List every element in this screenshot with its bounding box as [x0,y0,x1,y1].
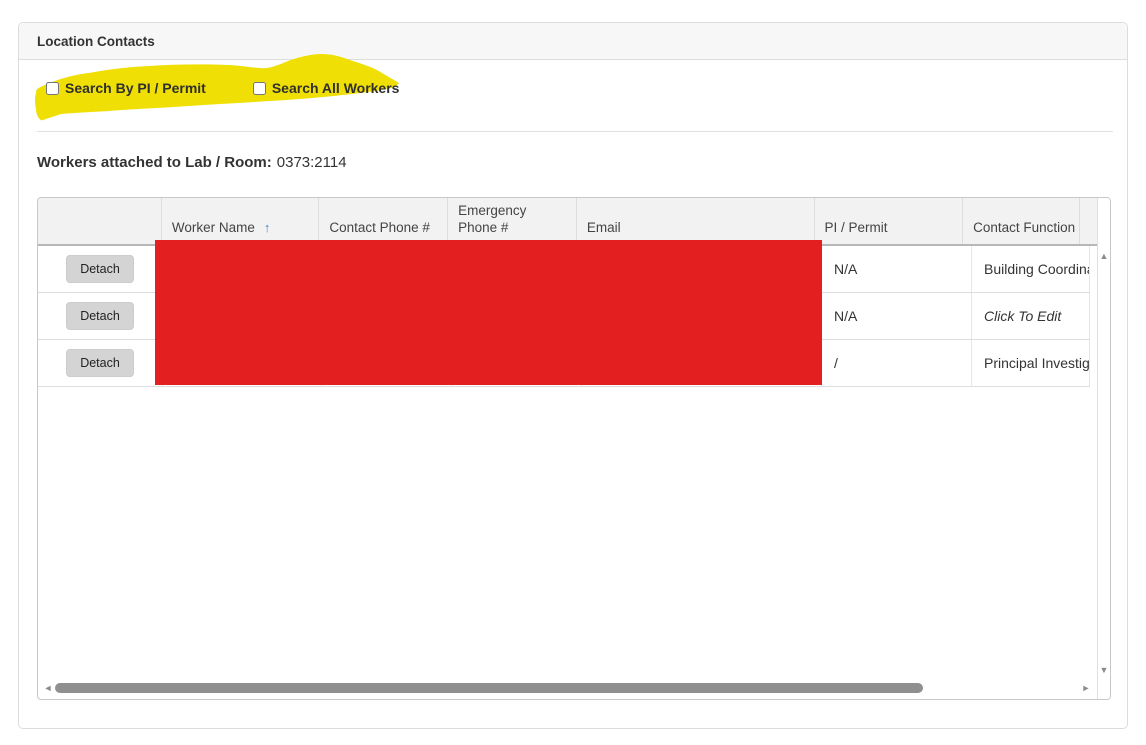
search-filter-row: Search By PI / Permit Search All Workers [46,78,399,98]
search-by-pi-permit-option[interactable]: Search By PI / Permit [46,80,206,96]
pi-permit-cell: N/A [822,246,972,293]
pi-permit-cell: / [822,340,972,387]
column-header-contact-phone[interactable]: Contact Phone # [319,198,449,244]
search-by-pi-permit-label: Search By PI / Permit [65,80,206,96]
lab-room-value: 0373:2114 [276,154,347,171]
column-header-emergency-phone[interactable]: Emergency Phone # [448,198,577,244]
detach-button[interactable]: Detach [66,302,134,330]
location-contacts-panel: Location Contacts Search By PI / Permit … [18,22,1128,729]
column-header-pi-permit[interactable]: PI / Permit [815,198,964,244]
section-heading-label: Workers attached to Lab / Room: [37,154,272,171]
scroll-down-icon[interactable]: ▼ [1098,664,1110,676]
contact-function-cell[interactable]: Principal Investigator [972,340,1090,387]
detach-button[interactable]: Detach [66,255,134,283]
section-heading: Workers attached to Lab / Room: 0373:2114 [37,154,347,171]
panel-title: Location Contacts [37,33,155,49]
detach-cell: Detach [38,340,163,387]
search-all-workers-option[interactable]: Search All Workers [252,80,400,96]
scroll-left-icon[interactable]: ◄ [42,682,54,694]
horizontal-scrollbar-thumb[interactable] [55,683,923,693]
scroll-right-icon[interactable]: ► [1080,682,1092,694]
panel-header: Location Contacts [19,23,1127,60]
column-header-worker-name[interactable]: Worker Name ↑ [162,198,320,244]
workers-grid: Worker Name ↑ Contact Phone # Emergency … [37,197,1111,700]
search-by-pi-permit-checkbox[interactable] [46,81,59,95]
detach-cell: Detach [38,246,163,293]
contact-function-cell[interactable]: Click To Edit [972,293,1090,340]
search-all-workers-checkbox[interactable] [252,81,266,95]
horizontal-scrollbar[interactable]: ◄ ► [38,680,1098,696]
column-header-filler [1080,198,1098,244]
redaction-overlay [155,240,822,385]
sort-ascending-icon[interactable]: ↑ [264,219,271,236]
scroll-up-icon[interactable]: ▲ [1098,250,1110,262]
vertical-scrollbar[interactable]: ▲ ▼ [1097,198,1110,699]
section-divider [37,131,1113,132]
pi-permit-cell: N/A [822,293,972,340]
grid-header-row: Worker Name ↑ Contact Phone # Emergency … [38,198,1098,246]
detach-cell: Detach [38,293,163,340]
column-header-detach[interactable] [38,198,162,244]
column-header-contact-function[interactable]: Contact Function [963,198,1081,244]
search-all-workers-label: Search All Workers [271,80,400,96]
column-header-email[interactable]: Email [577,198,815,244]
detach-button[interactable]: Detach [66,349,134,377]
contact-function-cell[interactable]: Building Coordinator [972,246,1090,293]
